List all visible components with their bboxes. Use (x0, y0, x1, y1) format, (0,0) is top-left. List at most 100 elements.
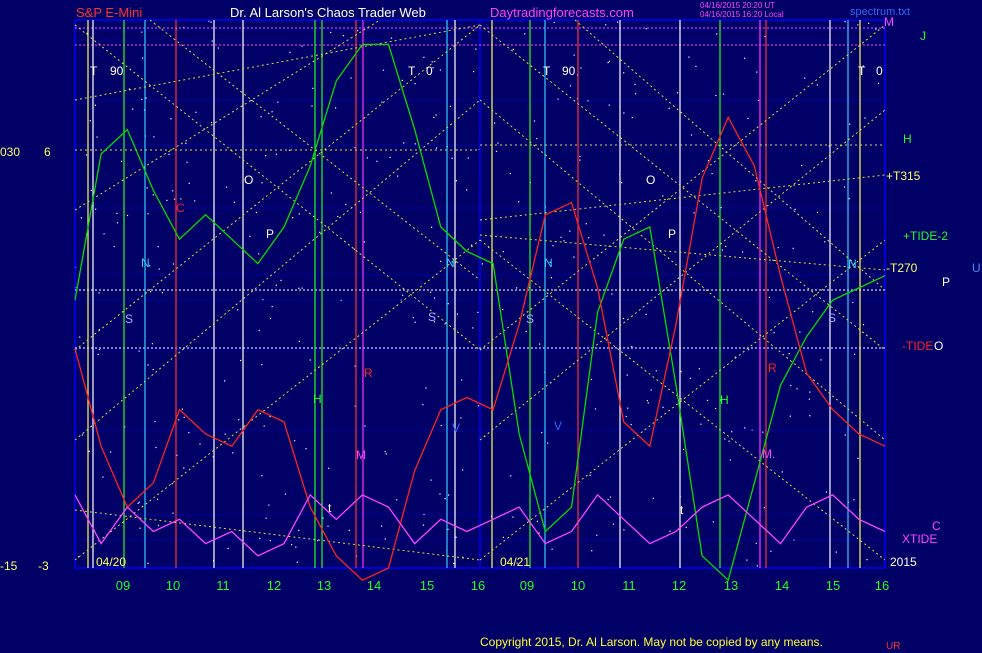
star-dot (312, 87, 314, 89)
star-dot (688, 56, 690, 58)
star-dot (376, 160, 378, 162)
star-dot (389, 156, 391, 158)
star-dot (301, 45, 303, 47)
star-dot (662, 406, 664, 408)
star-dot (345, 203, 347, 206)
star-dot (89, 120, 91, 122)
star-dot (381, 101, 383, 103)
star-dot (110, 451, 112, 453)
star-dot (271, 306, 273, 308)
star-dot (171, 483, 173, 485)
star-dot (434, 297, 436, 299)
star-dot (150, 291, 152, 293)
star-dot (455, 180, 457, 182)
star-dot (518, 201, 520, 203)
date-label-1: 04/20 (96, 555, 127, 569)
star-dot (655, 370, 657, 372)
star-dot (731, 431, 733, 433)
star-dot (478, 405, 480, 407)
star-dot (436, 147, 438, 149)
site-link[interactable]: Daytradingforecasts.com (490, 6, 634, 19)
star-dot (623, 529, 625, 531)
star-dot (178, 419, 180, 421)
star-dot (155, 446, 157, 449)
star-dot (422, 404, 424, 406)
star-dot (311, 105, 313, 107)
star-dot (590, 378, 593, 381)
star-dot (756, 565, 758, 567)
right-label: XTIDE (902, 532, 937, 546)
star-dot (621, 182, 623, 184)
star-dot (650, 389, 652, 391)
star-dot (183, 467, 185, 469)
star-dot (444, 498, 446, 500)
star-dot (722, 93, 725, 95)
star-dot (342, 35, 344, 37)
star-dot (509, 172, 511, 175)
star-dot (690, 134, 693, 136)
star-dot (669, 530, 671, 532)
star-dot (158, 268, 160, 270)
star-dot (168, 153, 170, 155)
star-dot (630, 424, 632, 426)
marker-label: M. (762, 447, 775, 461)
star-dot (263, 425, 265, 427)
star-dot (712, 521, 714, 523)
star-dot (843, 186, 846, 188)
star-dot (591, 550, 593, 552)
star-dot (777, 247, 779, 249)
star-dot (224, 380, 226, 382)
star-dot (238, 419, 240, 421)
star-dot (729, 459, 731, 461)
star-dot (157, 498, 159, 500)
star-dot (305, 448, 307, 450)
star-dot (497, 142, 499, 144)
star-dot (364, 425, 366, 427)
star-dot (284, 493, 287, 495)
star-dot (857, 24, 859, 26)
star-dot (747, 117, 749, 119)
star-dot (249, 235, 251, 237)
star-dot (792, 247, 794, 249)
marker-label: 0 (876, 64, 883, 78)
star-dot (711, 172, 713, 175)
star-dot (589, 474, 591, 476)
star-dot (431, 61, 433, 63)
star-dot (448, 494, 450, 496)
star-dot (536, 520, 538, 522)
star-dot (594, 408, 597, 410)
star-dot (258, 329, 260, 332)
star-dot (808, 398, 810, 400)
star-dot (271, 111, 273, 113)
marker-label: C (176, 201, 185, 215)
star-dot (232, 452, 234, 454)
star-dot (152, 369, 154, 371)
right-label: P (942, 275, 950, 289)
star-dot (96, 136, 98, 138)
star-dot (862, 324, 865, 326)
star-dot (152, 194, 154, 196)
star-dot (552, 245, 554, 247)
star-dot (603, 234, 605, 236)
star-dot (848, 198, 850, 200)
marker-label: V (452, 421, 460, 435)
star-dot (210, 21, 212, 23)
marker-label: 90 (562, 64, 576, 78)
star-dot (296, 561, 298, 563)
star-dot (609, 496, 612, 498)
star-dot (763, 507, 765, 509)
marker-label: P (266, 227, 274, 241)
marker-label: V (554, 419, 562, 433)
star-dot (353, 248, 355, 250)
star-dot (715, 94, 717, 97)
star-dot (227, 548, 229, 550)
star-dot (382, 69, 385, 71)
star-dot (510, 475, 512, 477)
star-dot (524, 33, 526, 35)
star-dot (85, 154, 88, 156)
star-dot (430, 291, 432, 293)
star-dot (337, 215, 339, 218)
star-dot (456, 313, 458, 315)
marker-label: S (125, 312, 133, 326)
star-dot (414, 143, 416, 145)
